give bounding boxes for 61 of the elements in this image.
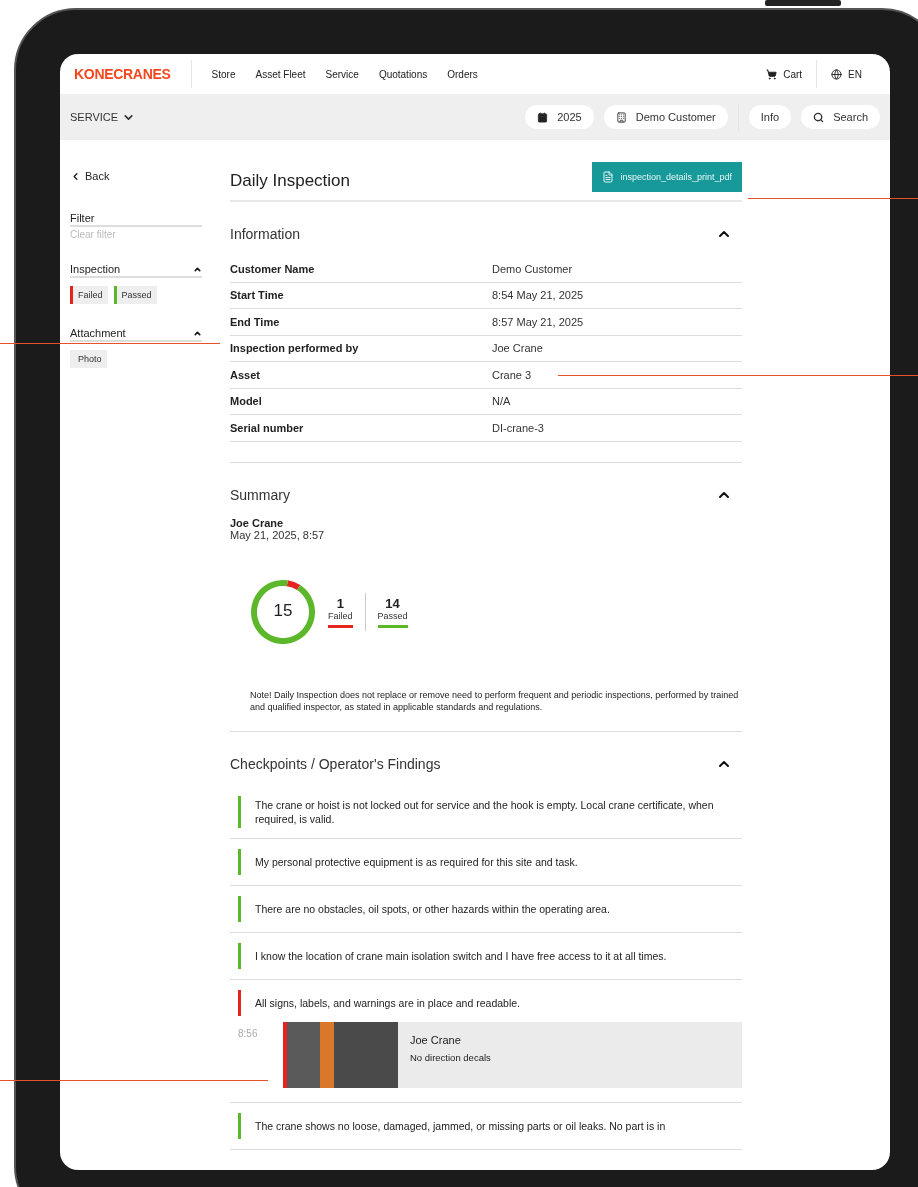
back-link[interactable]: Back (70, 170, 202, 182)
info-label: Start Time (230, 289, 285, 302)
search-button[interactable]: Search (801, 105, 880, 129)
cart-button[interactable]: Cart (752, 60, 817, 88)
checkpoint-text: There are no obstacles, oil spots, or other hazards within the operating area. (238, 895, 742, 922)
result-stat: 14 Passed (377, 595, 408, 628)
finding-note: No direction decals (410, 1051, 491, 1063)
disclaimer-note: Note! Daily Inspection does not replace or remove need to perform frequent and periodic inspections, performed by trained and qualified inspector, as stated in applicable standards and regulations. (250, 688, 740, 713)
checkpoint-text: I know the location of crane main isolation switch and I have free access to it at all times. (238, 942, 742, 969)
info-label: Inspection performed by (230, 342, 360, 355)
year-button[interactable]: 2025 (525, 105, 594, 129)
inspector-name: Joe Crane (230, 516, 285, 529)
search-icon (813, 111, 825, 123)
info-value: N/A (492, 395, 511, 408)
globe-icon (831, 68, 843, 80)
finding-author: Joe Crane (410, 1033, 462, 1046)
nav-link[interactable]: Store (211, 68, 236, 80)
info-label: Asset (230, 368, 261, 381)
info-button[interactable]: Info (748, 105, 792, 129)
nav-link[interactable]: Orders (447, 68, 478, 80)
checkpoint-text: All signs, labels, and warnings are in place and readable. (238, 989, 742, 1016)
section-dropdown[interactable]: SERVICE (70, 110, 136, 124)
info-value: Demo Customer (492, 262, 573, 275)
filter-group-title: Inspection (70, 263, 121, 275)
calendar-icon (537, 111, 549, 123)
info-value: 8:54 May 21, 2025 (492, 289, 584, 302)
info-label: End Time (230, 315, 281, 328)
info-label: Model (230, 395, 263, 408)
finding-time: 8:56 (238, 1026, 259, 1041)
donut-chart-drawing (250, 578, 316, 645)
filter-tag[interactable]: Failed (70, 286, 108, 304)
info-value: Crane 3 (492, 368, 532, 381)
section-title: Summary (230, 486, 290, 503)
info-value: Joe Crane (492, 342, 543, 355)
inspection-date: May 21, 2025, 8:57 (230, 528, 326, 541)
building-icon (615, 111, 627, 123)
filter-group-title: Attachment (70, 327, 126, 339)
brand-logo[interactable]: KONECRANES (74, 60, 192, 88)
filter-tag[interactable]: Photo (70, 350, 107, 368)
pdf-file-icon (602, 171, 615, 183)
info-label: Serial number (230, 421, 305, 434)
cart-icon (766, 68, 778, 80)
nav-link[interactable]: Asset Fleet (255, 68, 306, 80)
filter-label: Filter (70, 212, 95, 224)
section-title: Information (230, 226, 301, 242)
section-title: Checkpoints / Operator's Findings (230, 755, 441, 772)
finding-card[interactable]: Joe Crane No direction decals (283, 1021, 742, 1088)
filter-tag[interactable]: Passed (113, 286, 157, 304)
page-title: Daily Inspection (230, 170, 350, 191)
nav-link[interactable]: Quotations (378, 68, 428, 80)
customer-button[interactable]: Demo Customer (603, 105, 728, 129)
checkpoint-text: The crane shows no loose, damaged, jammed, or missing parts or oil leaks. No part is in (238, 1112, 742, 1139)
total-count: 15 (272, 600, 294, 621)
nav-link[interactable]: Service (325, 68, 359, 80)
checkpoint-text: My personal protective equipment is as required for this site and task. (238, 848, 742, 875)
language-button[interactable]: EN (817, 60, 876, 88)
info-value: DI-crane-3 (492, 421, 544, 434)
info-value: 8:57 May 21, 2025 (492, 315, 584, 328)
checkpoint-text: The crane or hoist is not locked out for service and the hook is empty. Local crane certificate, when required, is valid. (238, 795, 742, 828)
info-label: Customer Name (230, 262, 316, 275)
result-stat: 1 Failed (328, 595, 353, 628)
